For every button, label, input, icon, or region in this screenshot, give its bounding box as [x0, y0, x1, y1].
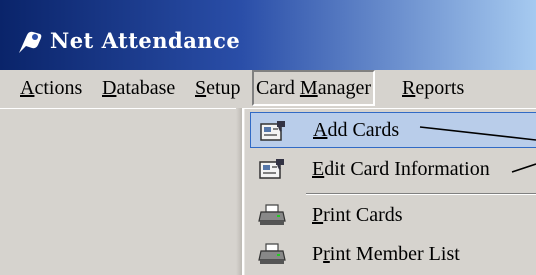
app-window: Net Attendance Actions Database Setup Ca… — [0, 0, 536, 275]
menu-item-print-member-list[interactable]: Print Member List — [250, 236, 536, 272]
menu-label-post: ctions — [34, 77, 83, 99]
card-edit-icon — [260, 121, 285, 141]
menu-label-post: etup — [206, 77, 241, 99]
window-title: Net Attendance — [50, 28, 241, 53]
menu-label-post: eports — [415, 77, 465, 99]
menu-item-print-cards[interactable]: Print Cards — [250, 197, 536, 233]
menu-actions[interactable]: Actions — [18, 72, 84, 104]
menu-label-post: anager — [317, 77, 371, 99]
menu-item-label: Edit Card Information — [312, 158, 490, 180]
app-logo-icon — [19, 31, 42, 53]
menu-reports[interactable]: Reports — [400, 72, 466, 104]
menu-item-label: Print Member List — [312, 243, 460, 265]
menu-label-pre: Card — [256, 77, 300, 99]
menu-setup[interactable]: Setup — [193, 72, 243, 104]
menu-accelerator: D — [102, 77, 117, 99]
card-edit-icon — [259, 159, 284, 179]
menu-item-label: Add Cards — [313, 119, 400, 141]
menu-label-post: atabase — [116, 77, 176, 99]
menu-item-label: Print Cards — [312, 204, 403, 226]
menu-card-manager[interactable]: Card Manager — [252, 70, 375, 106]
menu-separator — [306, 193, 536, 195]
menu-accelerator: M — [299, 77, 318, 99]
card-manager-dropdown: Add Cards Edit Card Information Print Ca… — [242, 108, 536, 275]
menu-accelerator: R — [402, 77, 416, 99]
menu-item-add-cards[interactable]: Add Cards — [250, 112, 536, 148]
printer-icon — [258, 204, 286, 225]
printer-icon — [258, 243, 286, 264]
title-bar[interactable]: Net Attendance — [0, 0, 536, 70]
menu-bar: Actions Database Setup Card Manager Repo… — [0, 70, 536, 109]
menu-accelerator: A — [20, 77, 35, 99]
menu-item-edit-card-information[interactable]: Edit Card Information — [250, 151, 536, 187]
menu-database[interactable]: Database — [100, 72, 177, 104]
menu-accelerator: S — [195, 77, 207, 99]
